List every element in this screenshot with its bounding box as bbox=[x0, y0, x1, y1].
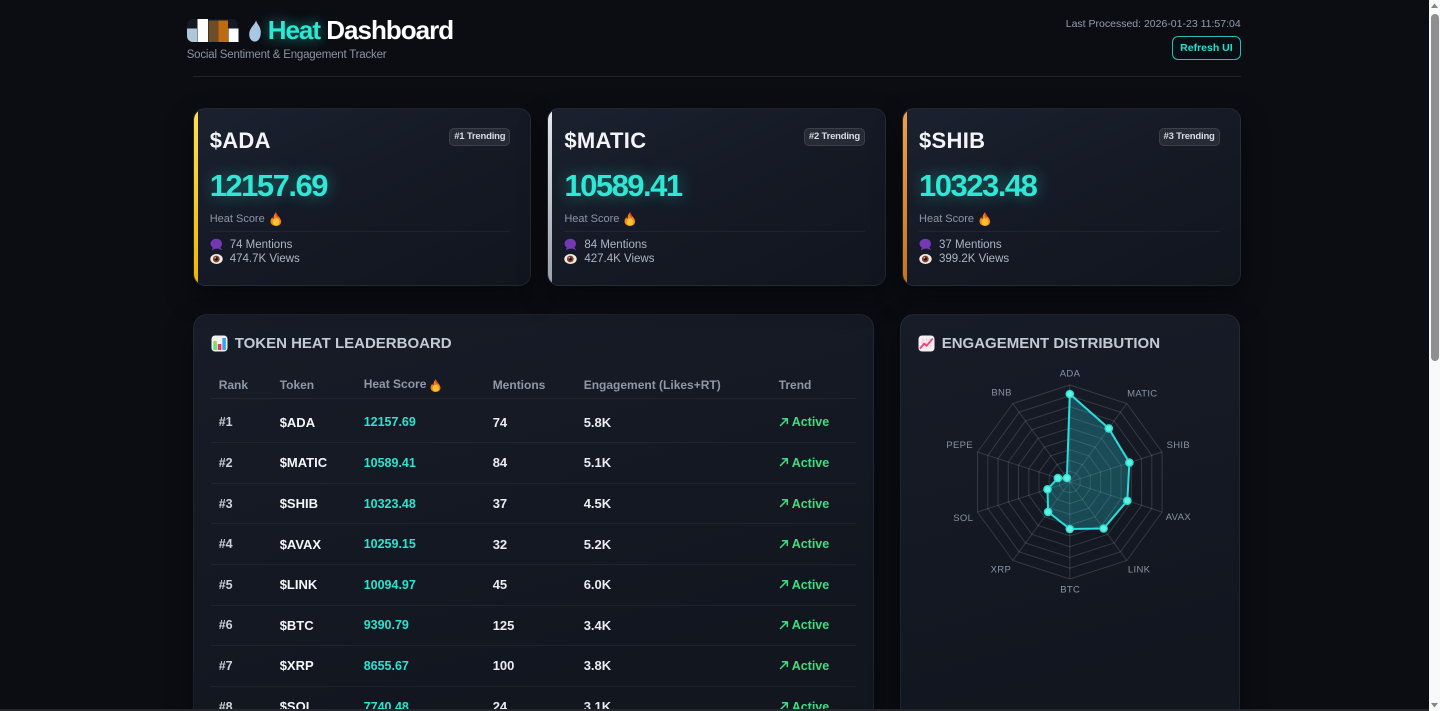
svg-text:XRP: XRP bbox=[990, 564, 1010, 575]
svg-text:LINK: LINK bbox=[1128, 564, 1151, 575]
svg-text:SOL: SOL bbox=[953, 512, 973, 523]
svg-text:AVAX: AVAX bbox=[1165, 512, 1190, 523]
svg-text:BNB: BNB bbox=[991, 387, 1011, 398]
svg-text:MATIC: MATIC bbox=[1127, 388, 1157, 399]
svg-text:SHIB: SHIB bbox=[1166, 440, 1189, 451]
svg-text:ADA: ADA bbox=[1059, 368, 1080, 379]
svg-text:BTC: BTC bbox=[1060, 584, 1080, 595]
svg-text:PEPE: PEPE bbox=[946, 440, 973, 451]
